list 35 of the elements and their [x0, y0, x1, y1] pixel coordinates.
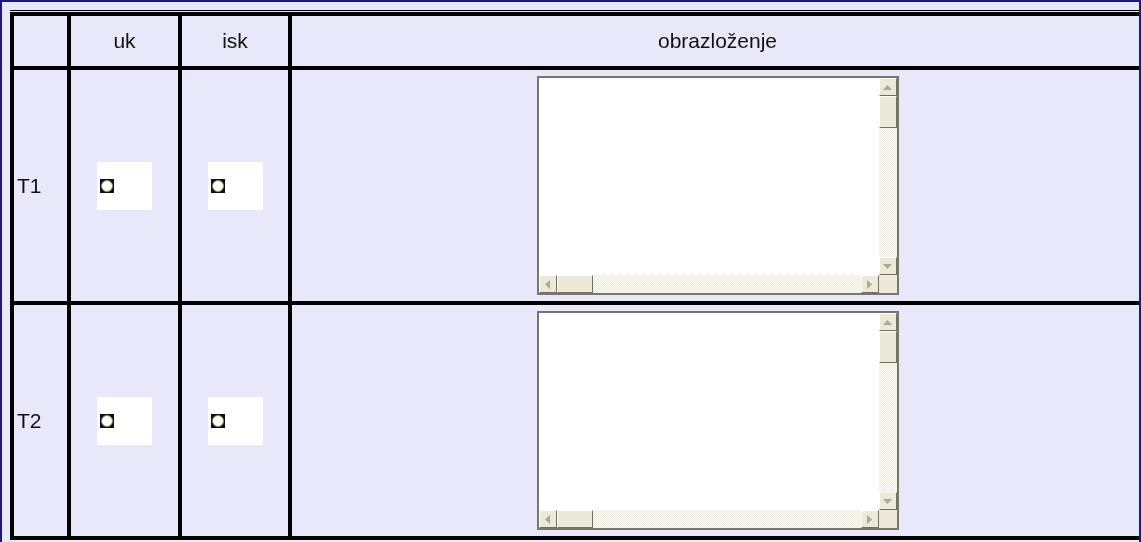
up-arrow-icon — [883, 84, 892, 90]
right-arrow-icon — [867, 279, 872, 289]
radio-button[interactable] — [210, 178, 225, 193]
left-arrow-icon — [545, 279, 550, 289]
scroll-up-button[interactable] — [878, 78, 897, 96]
down-arrow-icon — [883, 498, 892, 504]
down-arrow-icon — [883, 263, 892, 269]
scroll-left-button[interactable] — [538, 275, 557, 293]
scroll-down-button[interactable] — [878, 492, 897, 510]
horizontal-scrollbar[interactable] — [538, 275, 879, 293]
right-arrow-icon — [867, 514, 872, 524]
left-arrow-icon — [545, 514, 550, 524]
radio-button[interactable] — [100, 413, 114, 428]
scroll-thumb[interactable] — [556, 275, 593, 293]
scroll-thumb[interactable] — [556, 510, 593, 528]
column-header: isk — [222, 29, 248, 52]
row-label: T2 — [17, 408, 42, 432]
scroll-left-button[interactable] — [538, 510, 557, 528]
horizontal-scrollbar[interactable] — [538, 510, 879, 528]
vertical-scrollbar[interactable] — [878, 78, 897, 275]
vertical-scrollbar[interactable] — [878, 313, 897, 510]
row-label: T1 — [17, 173, 42, 197]
radio-button[interactable] — [210, 413, 225, 428]
scroll-thumb[interactable] — [878, 96, 897, 128]
scroll-up-button[interactable] — [878, 313, 897, 331]
text-area[interactable] — [536, 311, 899, 530]
scroll-thumb[interactable] — [878, 331, 897, 363]
scroll-right-button[interactable] — [860, 510, 879, 528]
column-header: obrazloženje — [657, 29, 778, 52]
scroll-down-button[interactable] — [878, 257, 897, 275]
radio-button[interactable] — [100, 178, 114, 193]
text-area[interactable] — [536, 76, 899, 295]
up-arrow-icon — [883, 319, 892, 325]
scroll-right-button[interactable] — [860, 275, 879, 293]
column-header: uk — [113, 29, 136, 52]
